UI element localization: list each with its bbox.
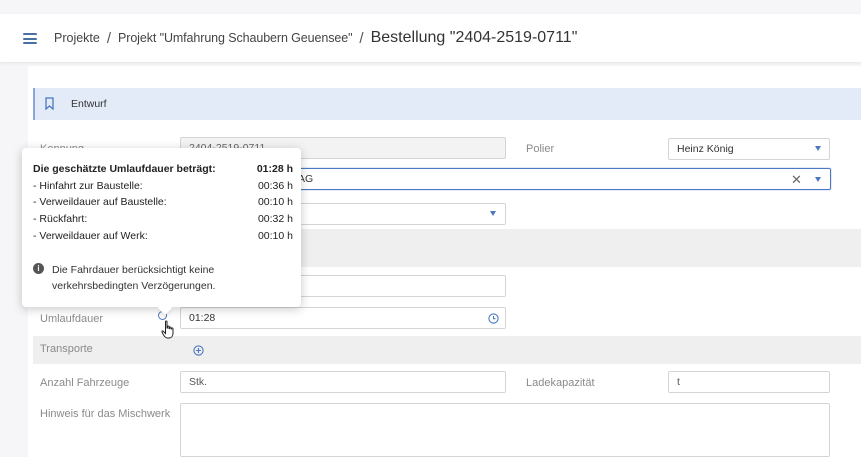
tooltip-row: - Verweildauer auf Baustelle: 00:10 h [33,196,293,210]
tooltip-row-value: 00:10 h [257,230,293,242]
hinweis-textarea[interactable] [180,403,830,457]
tooltip-note: Die Fahrdauer berücksichtigt keine verke… [52,262,272,294]
anzahl-fahrzeuge-label: Anzahl Fahrzeuge [40,377,130,389]
chevron-down-icon[interactable] [490,211,496,216]
transporte-band [33,336,861,364]
tooltip-row-value: 00:10 h [257,196,293,208]
tooltip-note-line: verkehrsbedingten Verzögerungen. [52,280,216,292]
tooltip-row-value: 00:32 h [257,213,293,225]
tooltip-row-label: - Verweildauer auf Baustelle: [33,196,167,208]
anzahl-fahrzeuge-placeholder: Stk. [189,376,208,388]
close-icon[interactable]: ✕ [791,173,802,186]
hinweis-label: Hinweis für das Mischwerk [40,408,171,420]
polier-value: Heinz König [677,143,734,155]
umlaufdauer-tooltip: Die geschätzte Umlaufdauer beträgt: 01:2… [22,148,301,307]
status-bar: Entwurf [33,88,861,120]
chevron-down-icon[interactable] [815,177,821,182]
info-icon: i [33,263,44,274]
tooltip-row-label: - Hinfahrt zur Baustelle: [33,180,143,192]
polier-label: Polier [526,143,555,155]
breadcrumb-projekte[interactable]: Projekte [54,31,100,45]
tooltip-row: - Hinfahrt zur Baustelle: 00:36 h [33,180,293,194]
breadcrumb-projekt[interactable]: Projekt "Umfahrung Schaubern Geuensee" [118,31,352,45]
umlaufdauer-field[interactable]: 01:28 [180,307,506,329]
tooltip-title: Die geschätzte Umlaufdauer beträgt: [33,163,216,175]
umlaufdauer-label: Umlaufdauer [40,313,103,325]
tooltip-total-value: 01:28 h [256,163,293,175]
hamburger-icon[interactable] [23,33,37,44]
top-header: Projekte / Projekt "Umfahrung Schaubern … [0,14,861,62]
breadcrumb: Projekte / Projekt "Umfahrung Schaubern … [54,14,577,62]
tooltip-row-value: 00:36 h [257,180,293,192]
breadcrumb-separator: / [106,29,112,47]
mouse-cursor-icon [161,320,174,339]
tooltip-row: - Verweildauer auf Werk: 00:10 h [33,230,293,244]
polier-select[interactable]: Heinz König [668,138,830,160]
page-title: Bestellung "2404-2519-0711" [370,29,578,46]
status-label: Entwurf [71,98,107,110]
chevron-down-icon[interactable] [815,146,821,151]
anzahl-fahrzeuge-input[interactable]: Stk. [180,371,506,393]
plus-circle-icon[interactable] [193,345,204,356]
breadcrumb-separator: / [359,29,364,47]
transporte-label: Transporte [40,343,93,355]
tooltip-row-label: - Verweildauer auf Werk: [33,230,148,242]
umlaufdauer-value: 01:28 [189,312,216,324]
tooltip-row: - Rückfahrt: 00:32 h [33,213,293,227]
bookmark-icon [45,97,54,110]
ladekapazitaet-label: Ladekapazität [526,377,595,389]
tooltip-note-line: Die Fahrdauer berücksichtigt keine [52,264,215,276]
tooltip-total-row: Die geschätzte Umlaufdauer beträgt: 01:2… [33,163,293,177]
ladekapazitaet-placeholder: t [677,376,680,388]
ladekapazitaet-input[interactable]: t [668,371,830,393]
tooltip-row-label: - Rückfahrt: [33,213,88,225]
clock-icon[interactable] [488,313,499,324]
